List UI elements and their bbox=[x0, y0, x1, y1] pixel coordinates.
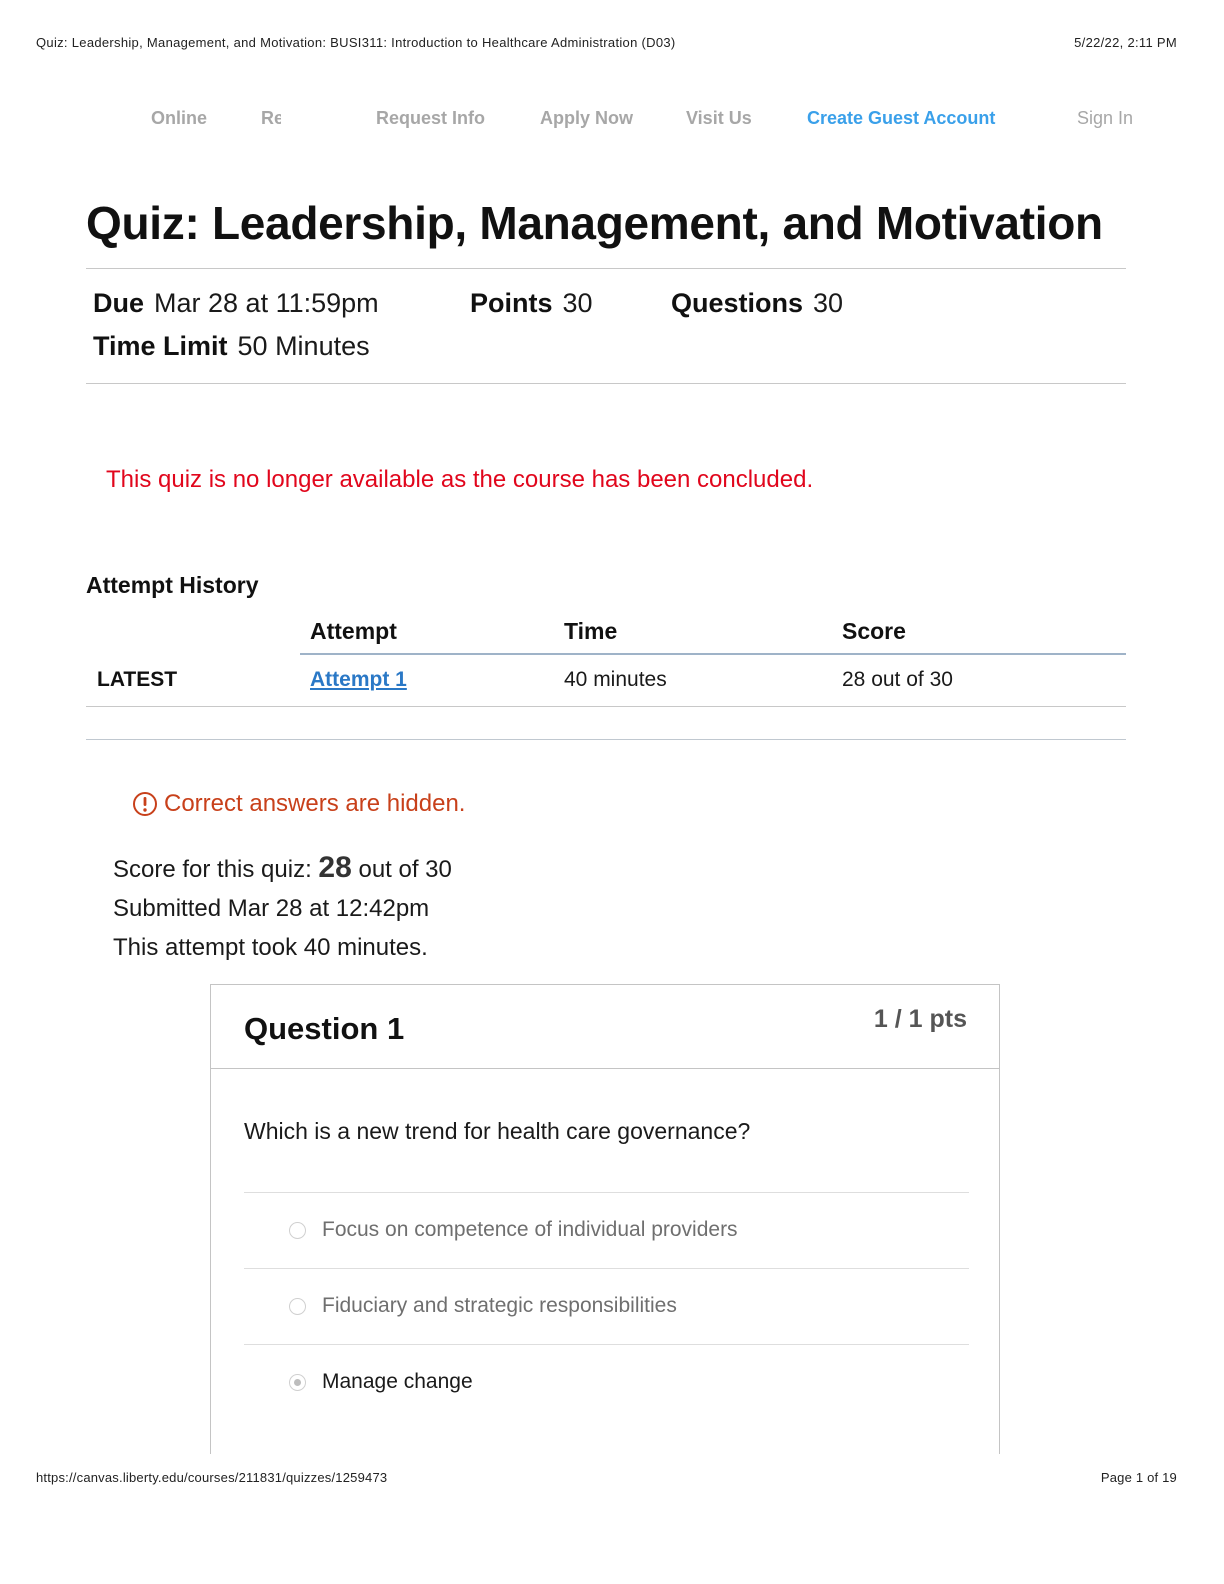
points-value: 30 bbox=[562, 288, 593, 318]
points: Points 30 bbox=[470, 288, 593, 319]
answer-label: Fiduciary and strategic responsibilities bbox=[322, 1294, 677, 1317]
questions-label: Questions bbox=[671, 288, 804, 318]
table-header: Attempt Time Score bbox=[86, 612, 1126, 654]
nav-online[interactable]: Online bbox=[151, 108, 207, 129]
radio-unselected-icon[interactable] bbox=[289, 1297, 306, 1315]
question-title: Question 1 bbox=[244, 1011, 405, 1046]
score-line: Score for this quiz: 28 out of 30 bbox=[113, 848, 452, 889]
print-header-datetime: 5/22/22, 2:11 PM bbox=[1074, 35, 1177, 50]
answer-option-selected[interactable]: Manage change bbox=[289, 1370, 473, 1394]
question-card: Question 1 1 / 1 pts Which is a new tren… bbox=[210, 984, 1000, 1454]
questions-value: 30 bbox=[813, 288, 844, 318]
score-value: 28 bbox=[318, 851, 352, 884]
time-limit: Time Limit 50 Minutes bbox=[93, 331, 370, 362]
submitted-line: Submitted Mar 28 at 12:42pm bbox=[113, 895, 430, 922]
column-header-score: Score bbox=[842, 618, 906, 644]
due-value: Mar 28 at 11:59pm bbox=[154, 288, 379, 318]
table-row: LATEST Attempt 1 40 minutes 28 out of 30 bbox=[86, 668, 1126, 698]
answers-hidden-notice: Correct answers are hidden. bbox=[132, 790, 465, 818]
print-footer: https://canvas.liberty.edu/courses/21183… bbox=[36, 1470, 1177, 1485]
radio-unselected-icon[interactable] bbox=[289, 1221, 306, 1239]
print-footer-page: Page 1 of 19 bbox=[1100, 1470, 1177, 1485]
question-text: Which is a new trend for health care gov… bbox=[244, 1118, 751, 1144]
duration-line: This attempt took 40 minutes. bbox=[113, 934, 428, 961]
quiz-result-summary: Score for this quiz: 28 out of 30 Submit… bbox=[113, 848, 452, 967]
radio-selected-icon[interactable] bbox=[289, 1373, 306, 1391]
answer-divider bbox=[244, 1344, 969, 1345]
attempt-time: 40 minutes bbox=[564, 668, 667, 691]
attempt-score: 28 out of 30 bbox=[842, 668, 953, 691]
nav-create-guest-account[interactable]: Create Guest Account bbox=[807, 108, 995, 129]
answer-option[interactable]: Focus on competence of individual provid… bbox=[289, 1218, 738, 1242]
print-footer-url: https://canvas.liberty.edu/courses/21183… bbox=[36, 1470, 388, 1485]
question-header: Question 1 1 / 1 pts bbox=[211, 985, 999, 1069]
print-header: Quiz: Leadership, Management, and Motiva… bbox=[36, 35, 1177, 50]
attempt-1-link[interactable]: Attempt 1 bbox=[310, 668, 407, 692]
latest-tag: LATEST bbox=[97, 668, 178, 691]
answer-divider bbox=[244, 1192, 969, 1193]
page: Quiz: Leadership, Management, and Motiva… bbox=[0, 0, 1224, 1584]
nav-truncated-item[interactable]: Re bbox=[261, 108, 281, 129]
questions-count: Questions 30 bbox=[671, 288, 843, 319]
question-points: 1 / 1 pts bbox=[873, 1005, 967, 1033]
divider bbox=[86, 268, 1126, 269]
nav-request-info[interactable]: Request Info bbox=[376, 108, 485, 129]
column-header-time: Time bbox=[564, 618, 618, 644]
divider bbox=[86, 706, 1126, 707]
course-concluded-notice: This quiz is no longer available as the … bbox=[106, 466, 814, 493]
answer-label: Focus on competence of individual provid… bbox=[322, 1218, 738, 1241]
column-header-attempt: Attempt bbox=[310, 618, 397, 644]
due-date: Due Mar 28 at 11:59pm bbox=[93, 288, 379, 319]
answer-option[interactable]: Fiduciary and strategic responsibilities bbox=[289, 1294, 677, 1318]
table-header-underline bbox=[300, 653, 1126, 655]
score-suffix: out of 30 bbox=[351, 856, 452, 883]
attempt-history-table: Attempt Time Score bbox=[86, 612, 1126, 654]
print-header-title: Quiz: Leadership, Management, and Motiva… bbox=[36, 35, 676, 50]
due-label: Due bbox=[93, 288, 145, 318]
points-label: Points bbox=[470, 288, 553, 318]
page-title: Quiz: Leadership, Management, and Motiva… bbox=[86, 197, 1103, 249]
answers-hidden-text: Correct answers are hidden. bbox=[164, 790, 466, 817]
nav-visit-us[interactable]: Visit Us bbox=[686, 108, 752, 129]
answer-divider bbox=[244, 1268, 969, 1269]
attempt-history-heading: Attempt History bbox=[86, 572, 259, 598]
nav-sign-in[interactable]: Sign In bbox=[1077, 108, 1133, 129]
divider bbox=[86, 739, 1126, 740]
nav-apply-now[interactable]: Apply Now bbox=[540, 108, 633, 129]
warning-icon bbox=[132, 791, 158, 817]
top-nav: Online Re Request Info Apply Now Visit U… bbox=[0, 108, 1224, 134]
divider bbox=[86, 383, 1126, 384]
score-prefix: Score for this quiz: bbox=[113, 856, 319, 883]
time-limit-value: 50 Minutes bbox=[237, 331, 370, 361]
time-limit-label: Time Limit bbox=[93, 331, 228, 361]
answer-label: Manage change bbox=[322, 1370, 473, 1393]
